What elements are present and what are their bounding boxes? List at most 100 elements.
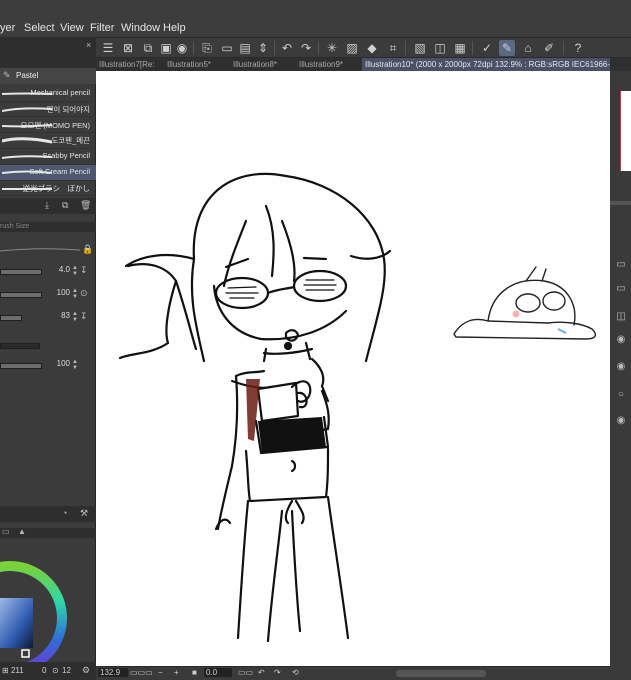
- brush-item[interactable]: 펜이 되어야지: [0, 102, 96, 118]
- lock-icon[interactable]: 🔒: [82, 244, 93, 255]
- eye-icon[interactable]: ◉: [613, 334, 629, 348]
- eye-icon[interactable]: ○: [613, 389, 629, 403]
- tab-illustration8[interactable]: Illustration8*: [230, 58, 290, 71]
- help-icon[interactable]: ?: [570, 40, 586, 56]
- stepper-icon[interactable]: ▲ ▼: [72, 359, 78, 371]
- loading-spinner-icon[interactable]: ✳: [324, 40, 340, 56]
- crop-icon[interactable]: ⊠: [120, 40, 136, 56]
- tool-property-footer: ◔ ⚒: [0, 506, 96, 522]
- rotate-right-icon[interactable]: ↷: [274, 668, 281, 677]
- guides-icon[interactable]: ▧: [412, 40, 428, 56]
- rotate-left-icon[interactable]: ↶: [258, 668, 265, 677]
- new-file-icon[interactable]: ☰: [100, 40, 116, 56]
- zoom-out-icon[interactable]: −: [158, 668, 163, 677]
- camera-icon[interactable]: ◉: [174, 40, 190, 56]
- clear-icon[interactable]: ▨: [344, 40, 360, 56]
- pen-settings-icon[interactable]: ✐: [541, 40, 557, 56]
- import-icon[interactable]: ▣: [158, 40, 174, 56]
- zoom-slider[interactable]: ▭▭▭: [130, 668, 153, 677]
- save-icon[interactable]: ▤: [237, 40, 253, 56]
- layer-icon[interactable]: ▭: [613, 283, 629, 297]
- tool-property-tab[interactable]: rush Size: [0, 223, 29, 230]
- wrench-icon[interactable]: ⚒: [80, 508, 88, 519]
- brush-item[interactable]: 逆光ブラシ ぼかし: [0, 181, 96, 197]
- menu-view[interactable]: View: [60, 22, 84, 34]
- stabilization-value[interactable]: 83: [50, 311, 70, 320]
- stepper-icon[interactable]: ▲ ▼: [72, 311, 78, 323]
- brush-item[interactable]: Scabby Pencil: [0, 149, 96, 165]
- zoom-value[interactable]: 132.9: [98, 668, 128, 677]
- density-value[interactable]: 100: [50, 359, 70, 368]
- export-icon[interactable]: ⧉: [140, 40, 156, 56]
- zoom-in-icon[interactable]: +: [174, 668, 179, 677]
- undo-icon[interactable]: ↶: [279, 40, 295, 56]
- clock-icon[interactable]: ◔: [62, 508, 67, 518]
- reset-rotation-icon[interactable]: ⟲: [292, 668, 299, 677]
- brush-item[interactable]: 모모펜 (MOMO PEN): [0, 118, 96, 134]
- brush-size-value[interactable]: 4.0: [50, 265, 70, 274]
- brush-size-slider[interactable]: 4.0 ▲ ▼ ↧: [0, 265, 96, 277]
- selection-icon[interactable]: ◫: [432, 40, 448, 56]
- opacity-value[interactable]: 100: [50, 288, 70, 297]
- opacity-slider[interactable]: 100 ▲ ▼ ⊙: [0, 288, 96, 300]
- choker-pendant: [283, 341, 293, 351]
- tab-illustration7[interactable]: Illustration7[Re:: [96, 58, 156, 71]
- texture-slider[interactable]: [0, 343, 40, 349]
- stepper-icon[interactable]: ▲ ▼: [72, 288, 78, 300]
- tab-illustration5[interactable]: Illustration5*: [164, 58, 224, 71]
- spin-arrows-icon[interactable]: ⇕: [255, 40, 271, 56]
- rotation-value[interactable]: 0.0: [204, 668, 232, 677]
- eye-icon[interactable]: ◉: [613, 415, 629, 429]
- navigator-thumbnail[interactable]: [620, 91, 631, 171]
- brush-item[interactable]: Mechanical pencil: [0, 86, 96, 102]
- horizontal-scrollbar[interactable]: [396, 670, 486, 677]
- tool-property-tabs: rush Size: [0, 222, 96, 232]
- density-slider[interactable]: 100 ▲ ▼: [0, 359, 96, 371]
- fit-icon[interactable]: ■: [192, 668, 197, 677]
- pressure-icon[interactable]: ↧: [80, 265, 88, 276]
- redo-icon[interactable]: ↷: [298, 40, 314, 56]
- stepper-icon[interactable]: ▲ ▼: [72, 265, 78, 277]
- brush-label: Mechanical pencil: [30, 88, 90, 97]
- menu-help[interactable]: Help: [163, 22, 186, 34]
- tab-illustration10[interactable]: Illustration10* (2000 x 2000px 72dpi 132…: [362, 58, 610, 71]
- menu-select[interactable]: Select: [24, 22, 55, 34]
- statusbar: 132.9 ▭▭▭ − + ■ 0.0 ▭▭ ↶ ↷ ⟲: [96, 666, 610, 680]
- chibi-blush: [512, 310, 520, 318]
- color-wheel-tab-icon[interactable]: ▭: [2, 527, 10, 536]
- layer-icon[interactable]: ▭: [613, 259, 629, 273]
- eye-icon[interactable]: ◉: [613, 361, 629, 375]
- color-wheel[interactable]: [0, 538, 70, 668]
- menu-layer[interactable]: yer: [0, 22, 15, 34]
- fill-icon[interactable]: ◆: [364, 40, 380, 56]
- pen-icon[interactable]: ✓: [479, 40, 495, 56]
- menu-window[interactable]: Window: [121, 22, 160, 34]
- pressure-icon[interactable]: ↧: [80, 311, 88, 322]
- gear-icon[interactable]: ⚙: [82, 665, 90, 676]
- color-set-tab-icon[interactable]: ▲: [18, 527, 26, 536]
- brush-stroke-preview: [2, 107, 52, 112]
- rotation-slider[interactable]: ▭▭: [238, 668, 253, 677]
- brush-item[interactable]: 도코펜_메끈: [0, 133, 96, 149]
- copy-icon[interactable]: ⎘: [199, 40, 215, 56]
- stabilization-slider[interactable]: 83 ▲ ▼ ↧: [0, 311, 96, 323]
- panel-close-icon[interactable]: ×: [86, 40, 91, 50]
- layer-icon[interactable]: ◫: [613, 311, 629, 325]
- brush-icon[interactable]: ✎: [499, 40, 515, 56]
- count-b-icon: ⊙: [52, 666, 59, 675]
- sub-tool-header: ✎ Pastel: [0, 68, 96, 84]
- snap-icon[interactable]: ▦: [452, 40, 468, 56]
- panel-divider[interactable]: [610, 201, 631, 205]
- brush-item[interactable]: Soft Cream Pencil: [0, 165, 96, 181]
- eraser-icon[interactable]: ⌂: [520, 40, 536, 56]
- tab-illustration9[interactable]: Illustration9*: [296, 58, 358, 71]
- settings-icon[interactable]: ⊙: [80, 288, 88, 299]
- trash-icon[interactable]: 🗑: [80, 200, 91, 211]
- drawing-canvas[interactable]: [96, 71, 610, 666]
- menu-filter[interactable]: Filter: [90, 22, 114, 34]
- download-icon[interactable]: ⤓: [45, 200, 49, 211]
- open-folder-icon[interactable]: ▭: [219, 40, 235, 56]
- transform-icon[interactable]: ⌗: [385, 40, 401, 56]
- canvas-area[interactable]: [96, 71, 610, 666]
- duplicate-icon[interactable]: ⧉: [62, 200, 68, 211]
